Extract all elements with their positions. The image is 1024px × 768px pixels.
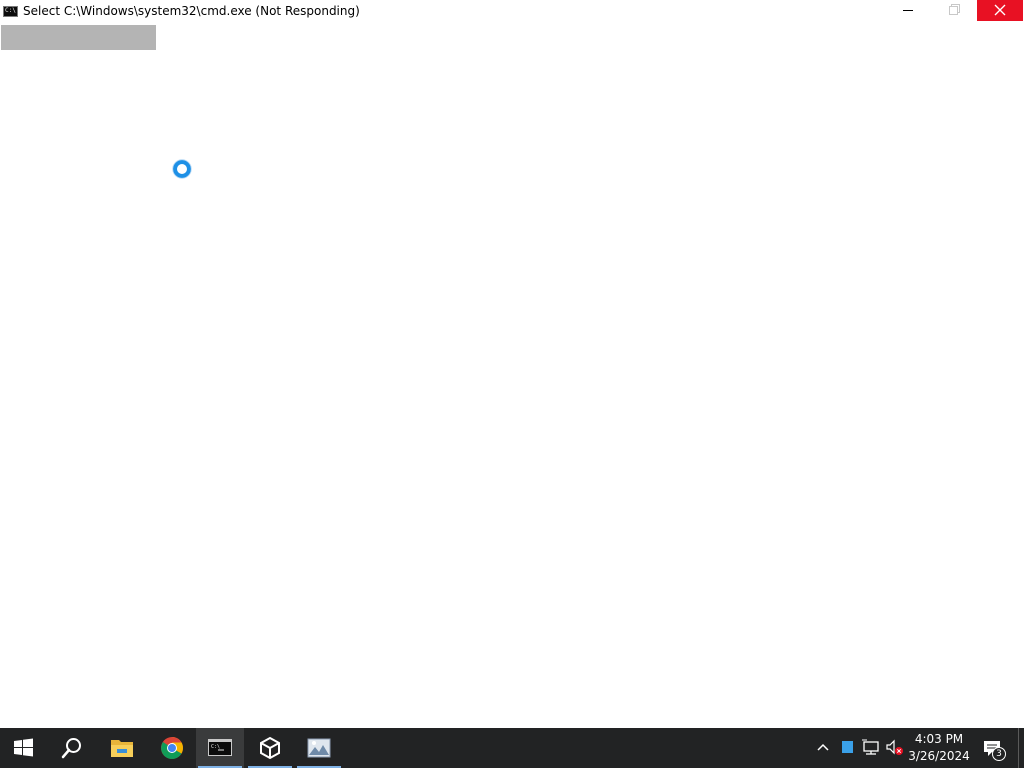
search-icon bbox=[61, 738, 81, 759]
blue-square-icon bbox=[842, 741, 853, 753]
cmd-icon[interactable]: C:\ bbox=[3, 6, 18, 17]
volume-muted-icon bbox=[886, 739, 903, 755]
clock-date: 3/26/2024 bbox=[908, 749, 970, 763]
show-hidden-icons-button[interactable] bbox=[813, 736, 833, 758]
picture-icon bbox=[307, 738, 331, 758]
close-button[interactable] bbox=[977, 0, 1023, 21]
volume-button[interactable] bbox=[884, 736, 904, 758]
unrendered-content-block bbox=[1, 25, 156, 50]
search-button[interactable] bbox=[48, 728, 96, 768]
notification-count-badge: 3 bbox=[992, 747, 1006, 761]
taskbar-unity[interactable] bbox=[246, 728, 294, 768]
busy-cursor-icon bbox=[172, 159, 192, 179]
minimize-button[interactable] bbox=[885, 0, 931, 21]
taskbar-image-app[interactable] bbox=[295, 728, 343, 768]
start-button[interactable] bbox=[0, 728, 48, 768]
network-button[interactable] bbox=[861, 736, 881, 758]
taskbar-chrome[interactable] bbox=[148, 728, 196, 768]
svg-text:C:\: C:\ bbox=[211, 744, 220, 750]
minimize-icon bbox=[903, 10, 913, 11]
title-bar[interactable]: C:\ Select C:\Windows\system32\cmd.exe (… bbox=[0, 0, 1024, 23]
clock[interactable]: 4:03 PM 3/26/2024 bbox=[906, 731, 972, 765]
chevron-up-icon bbox=[817, 743, 829, 751]
cmd-icon: C:\ bbox=[208, 739, 232, 756]
taskbar-command-prompt[interactable]: C:\ bbox=[196, 728, 244, 768]
show-desktop-button[interactable] bbox=[1018, 728, 1019, 768]
network-icon bbox=[862, 739, 879, 755]
maximize-button[interactable] bbox=[931, 0, 977, 21]
cmd-icon-text: C:\ bbox=[5, 7, 16, 14]
desktop-screen: C:\ Select C:\Windows\system32\cmd.exe (… bbox=[0, 0, 1024, 768]
taskbar-file-explorer[interactable] bbox=[98, 728, 146, 768]
maximize-icon bbox=[949, 4, 960, 15]
chrome-icon bbox=[161, 737, 183, 759]
windows-logo-icon bbox=[14, 738, 33, 757]
close-icon bbox=[994, 4, 1006, 16]
clock-time: 4:03 PM bbox=[914, 732, 964, 746]
unity-icon bbox=[260, 736, 280, 760]
folder-icon bbox=[111, 740, 133, 757]
tray-app-icon[interactable] bbox=[838, 736, 858, 758]
action-center-button[interactable]: 3 bbox=[980, 736, 1006, 762]
window-title: Select C:\Windows\system32\cmd.exe (Not … bbox=[23, 4, 360, 18]
